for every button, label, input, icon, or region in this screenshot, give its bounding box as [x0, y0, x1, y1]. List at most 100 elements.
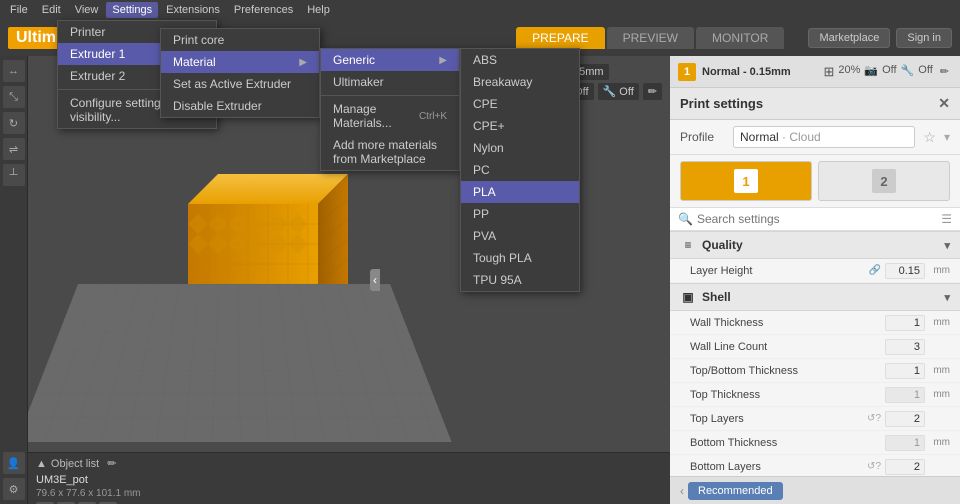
tool-person[interactable]: 👤 — [3, 452, 25, 474]
menu-extensions[interactable]: Extensions — [160, 2, 226, 18]
search-icon: 🔍 — [678, 212, 693, 226]
object-dims: 79.6 x 77.6 x 101.1 mm — [36, 488, 662, 499]
material-marketplace[interactable]: Add more materials from Marketplace — [321, 134, 459, 170]
view-tabs: PREPARE PREVIEW MONITOR — [516, 27, 784, 49]
wall-thickness-value[interactable]: 1 — [885, 315, 925, 331]
extruder1-submenu: Print core Material ▶ Set as Active Extr… — [160, 28, 320, 118]
extruder1-set-active[interactable]: Set as Active Extruder — [161, 73, 319, 95]
rp-profile-text: Normal - 0.15mm — [702, 66, 791, 78]
signin-button[interactable]: Sign in — [896, 28, 952, 48]
generic-toughpla[interactable]: Tough PLA — [461, 247, 579, 269]
generic-tpu95a[interactable]: TPU 95A — [461, 269, 579, 291]
material-arrow: ▶ — [299, 57, 307, 68]
top-layers-reset-icon[interactable]: ↺ — [867, 413, 875, 424]
layer-off-icon1: 📷 — [864, 64, 878, 80]
object-list-toggle[interactable]: ▲ — [36, 458, 47, 470]
profile-chevron-icon[interactable]: ▾ — [944, 130, 950, 144]
tool-mirror[interactable]: ⇌ — [3, 138, 25, 160]
top-bottom-thickness-value[interactable]: 1 — [885, 363, 925, 379]
edit-icon-btn[interactable]: ✏ — [643, 83, 662, 100]
setting-top-bottom-thickness: Top/Bottom Thickness 1 mm — [670, 359, 960, 383]
menubar: File Edit View Settings Extensions Prefe… — [0, 0, 960, 20]
bottom-layers-value[interactable]: 2 — [885, 459, 925, 475]
layer-height-link-icon[interactable]: 🔗 — [869, 265, 881, 276]
extruder1-printcore[interactable]: Print core — [161, 29, 319, 51]
material-generic[interactable]: Generic ▶ — [321, 49, 459, 71]
generic-breakaway[interactable]: Breakaway — [461, 71, 579, 93]
material-manage[interactable]: Manage Materials... Ctrl+K — [321, 98, 459, 134]
layer-height-value[interactable]: 0.15 — [885, 263, 925, 279]
print-settings-label: Print settings — [680, 96, 763, 111]
menu-help[interactable]: Help — [301, 2, 336, 18]
object-list-bar: ▲ Object list ✏ UM3E_pot 79.6 x 77.6 x 1… — [28, 452, 670, 504]
extruder2-btn[interactable]: 2 — [818, 161, 950, 201]
layer-off-2: Off — [619, 86, 633, 98]
setting-top-thickness: Top Thickness 1 mm — [670, 383, 960, 407]
tool-scale[interactable]: ⤡ — [3, 86, 25, 108]
edit-btn[interactable]: ✏ — [937, 64, 952, 80]
generic-cpeplus[interactable]: CPE+ — [461, 115, 579, 137]
generic-abs[interactable]: ABS — [461, 49, 579, 71]
search-input[interactable] — [697, 212, 937, 226]
grid-floor — [28, 284, 452, 442]
top-thickness-name: Top Thickness — [690, 389, 885, 401]
menu-file[interactable]: File — [4, 2, 34, 18]
section-shell-header[interactable]: ▣ Shell ▾ — [670, 283, 960, 311]
top-layers-info-icon[interactable]: ? — [875, 413, 881, 424]
recommended-button[interactable]: Recommended — [688, 482, 783, 500]
quality-icon: ≡ — [680, 237, 696, 253]
wall-line-count-value[interactable]: 3 — [885, 339, 925, 355]
tab-preview[interactable]: PREVIEW — [607, 27, 694, 49]
left-sidebar: ↔ ⤡ ↻ ⇌ ┴ 👤 ⚙ — [0, 56, 28, 504]
material-ultimaker[interactable]: Ultimaker — [321, 71, 459, 93]
panel-collapse-btn[interactable]: ‹ — [370, 269, 380, 291]
menu-edit[interactable]: Edit — [36, 2, 67, 18]
extruder-indicator: 1 — [678, 63, 696, 81]
generic-pva[interactable]: PVA — [461, 225, 579, 247]
generic-pc[interactable]: PC — [461, 159, 579, 181]
layer-height-unit: mm — [928, 265, 950, 276]
top-bottom-thickness-unit: mm — [928, 365, 950, 376]
material-divider — [321, 95, 459, 96]
tool-support[interactable]: ┴ — [3, 164, 25, 186]
object-list-header: ▲ Object list ✏ — [36, 457, 662, 470]
print-settings-close[interactable]: ✕ — [938, 95, 950, 112]
bottom-thickness-value[interactable]: 1 — [885, 435, 925, 451]
marketplace-button[interactable]: Marketplace — [808, 28, 890, 48]
tab-prepare[interactable]: PREPARE — [516, 27, 604, 49]
generic-pp[interactable]: PP — [461, 203, 579, 225]
shell-chevron: ▾ — [944, 291, 950, 304]
top-thickness-value[interactable]: 1 — [885, 387, 925, 403]
profile-select[interactable]: Normal · Cloud — [733, 126, 915, 148]
object-list-label: Object list — [51, 458, 99, 470]
top-layers-value[interactable]: 2 — [885, 411, 925, 427]
tool-move[interactable]: ↔ — [3, 60, 25, 82]
generic-pla[interactable]: PLA — [461, 181, 579, 203]
tool-rotate[interactable]: ↻ — [3, 112, 25, 134]
tab-monitor[interactable]: MONITOR — [696, 27, 784, 49]
wall-thickness-unit: mm — [928, 317, 950, 328]
object-pen-icon[interactable]: ✏ — [107, 457, 116, 470]
tool-settings-left[interactable]: ⚙ — [3, 478, 25, 500]
profile-star-icon[interactable]: ☆ — [923, 129, 936, 146]
section-quality-header[interactable]: ≡ Quality ▾ — [670, 231, 960, 259]
generic-nylon[interactable]: Nylon — [461, 137, 579, 159]
resize-icon: ⊞ — [823, 64, 834, 80]
layer-height-name: Layer Height — [690, 265, 869, 277]
generic-cpe[interactable]: CPE — [461, 93, 579, 115]
print-settings-header: Print settings ✕ — [670, 88, 960, 120]
menu-view[interactable]: View — [69, 2, 105, 18]
bottom-layers-info-icon[interactable]: ? — [875, 461, 881, 472]
shell-icon: ▣ — [680, 289, 696, 305]
extruder1-material[interactable]: Material ▶ — [161, 51, 319, 73]
settings-menu-icon[interactable]: ☰ — [941, 212, 952, 226]
section-quality: ≡ Quality ▾ Layer Height 🔗 0.15 mm — [670, 231, 960, 283]
extruder1-btn[interactable]: 1 — [680, 161, 812, 201]
toolbar-right-buttons: Marketplace Sign in — [808, 28, 952, 48]
wall-thickness-name: Wall Thickness — [690, 317, 885, 329]
bottom-layers-reset-icon[interactable]: ↺ — [867, 461, 875, 472]
menu-settings[interactable]: Settings — [106, 2, 158, 18]
menu-preferences[interactable]: Preferences — [228, 2, 299, 18]
extruder1-disable[interactable]: Disable Extruder — [161, 95, 319, 117]
layer-off-icon2: 🔧 — [901, 64, 915, 80]
